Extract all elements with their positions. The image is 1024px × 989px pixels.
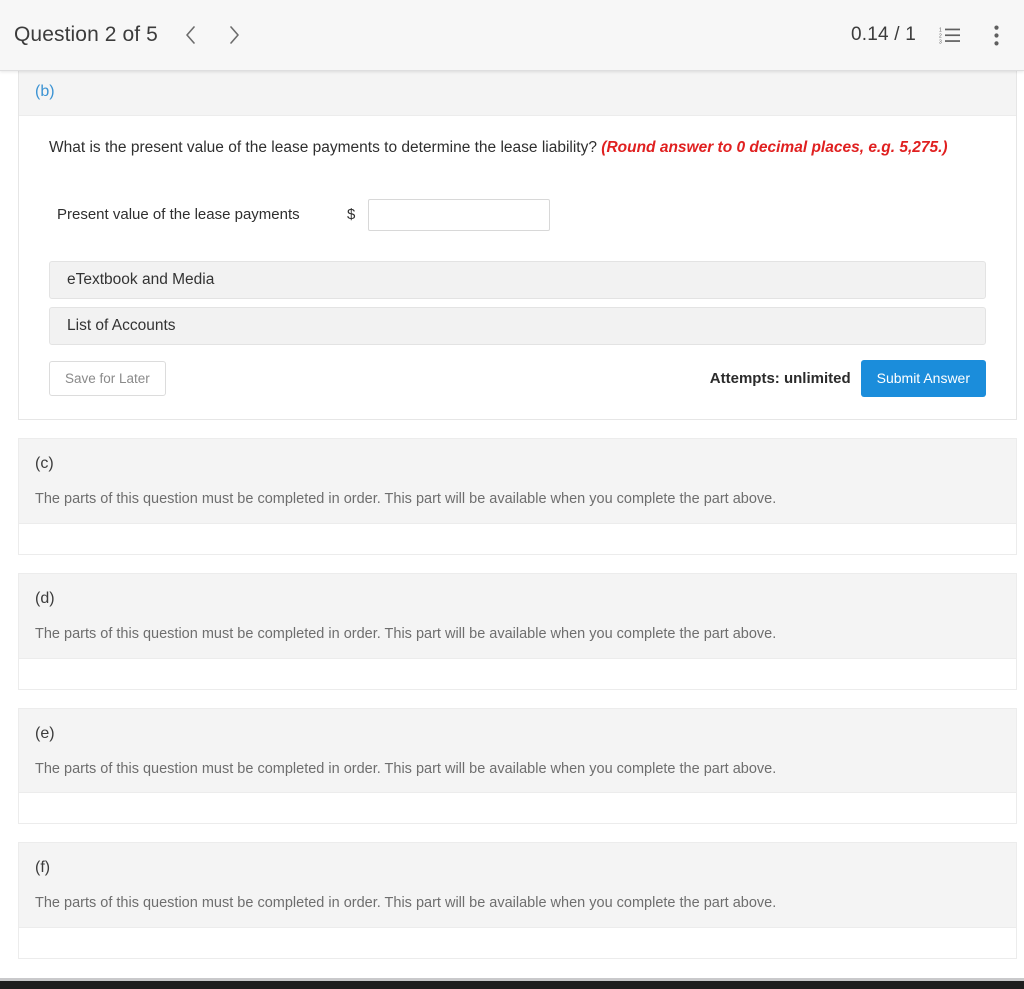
- part-c-letter: (c): [35, 454, 54, 472]
- question-part-d: (d) The parts of this question must be c…: [18, 572, 1017, 690]
- part-f-footer: [19, 927, 1016, 959]
- svg-text:3: 3: [939, 40, 942, 45]
- etextbook-and-media-panel[interactable]: eTextbook and Media: [49, 260, 986, 299]
- part-b-body: What is the present value of the lease p…: [19, 116, 1016, 419]
- question-content-scroll[interactable]: (b) What is the present value of the lea…: [0, 71, 1024, 989]
- part-d-header: (d) The parts of this question must be c…: [19, 573, 1016, 658]
- part-d-locked-message: The parts of this question must be compl…: [35, 625, 777, 642]
- list-of-accounts-panel[interactable]: List of Accounts: [49, 306, 986, 345]
- part-f-letter: (f): [35, 859, 51, 877]
- kebab-menu-icon[interactable]: [984, 23, 1008, 47]
- currency-symbol: $: [347, 206, 356, 224]
- previous-question-button[interactable]: [180, 22, 202, 48]
- question-navigation: [180, 22, 246, 48]
- browser-chrome-sliver: [0, 978, 1024, 989]
- answer-label: Present value of the lease payments: [57, 206, 300, 224]
- etextbook-and-media-label: eTextbook and Media: [67, 270, 215, 288]
- submit-answer-button[interactable]: Submit Answer: [860, 359, 986, 397]
- question-part-f: (f) The parts of this question must be c…: [18, 842, 1017, 960]
- score-display: 0.14 / 1: [851, 24, 916, 45]
- question-prompt: What is the present value of the lease p…: [49, 138, 986, 159]
- part-c-header: (c) The parts of this question must be c…: [19, 438, 1016, 523]
- resource-panels: eTextbook and Media List of Accounts: [49, 260, 986, 345]
- list-of-accounts-label: List of Accounts: [67, 316, 176, 334]
- answer-row: Present value of the lease payments $: [49, 198, 986, 231]
- question-toolbar: Question 2 of 5 0.14 / 1 1 2 3: [0, 0, 1024, 71]
- question-part-e: (e) The parts of this question must be c…: [18, 707, 1017, 825]
- part-f-header: (f) The parts of this question must be c…: [19, 843, 1016, 928]
- part-e-footer: [19, 792, 1016, 824]
- submit-group: Attempts: unlimited Submit Answer: [709, 359, 986, 397]
- chevron-left-icon: [186, 26, 196, 44]
- numbered-list-icon[interactable]: 1 2 3: [938, 23, 962, 47]
- part-d-letter: (d): [35, 589, 55, 607]
- next-question-button[interactable]: [224, 22, 246, 48]
- part-c-locked-message: The parts of this question must be compl…: [35, 490, 777, 507]
- part-c-footer: [19, 522, 1016, 554]
- part-e-locked-message: The parts of this question must be compl…: [35, 760, 777, 777]
- attempts-label: Attempts: unlimited: [709, 369, 851, 387]
- question-part-b: (b) What is the present value of the lea…: [18, 71, 1017, 420]
- save-for-later-button[interactable]: Save for Later: [49, 360, 166, 396]
- rounding-hint: (Round answer to 0 decimal places, e.g. …: [601, 139, 948, 156]
- part-e-header: (e) The parts of this question must be c…: [19, 708, 1016, 793]
- part-b-letter: (b): [35, 83, 55, 100]
- question-part-c: (c) The parts of this question must be c…: [18, 437, 1017, 555]
- part-f-locked-message: The parts of this question must be compl…: [35, 895, 777, 912]
- chevron-right-icon: [230, 26, 240, 44]
- question-prompt-text: What is the present value of the lease p…: [49, 139, 597, 156]
- part-e-letter: (e): [35, 724, 55, 742]
- present-value-input[interactable]: [368, 198, 551, 231]
- part-b-actions: Save for Later Attempts: unlimited Submi…: [49, 359, 986, 419]
- part-b-header: (b): [19, 71, 1016, 116]
- page-title: Question 2 of 5: [14, 23, 158, 46]
- part-d-footer: [19, 657, 1016, 689]
- toolbar-right-group: 0.14 / 1 1 2 3: [851, 23, 1008, 47]
